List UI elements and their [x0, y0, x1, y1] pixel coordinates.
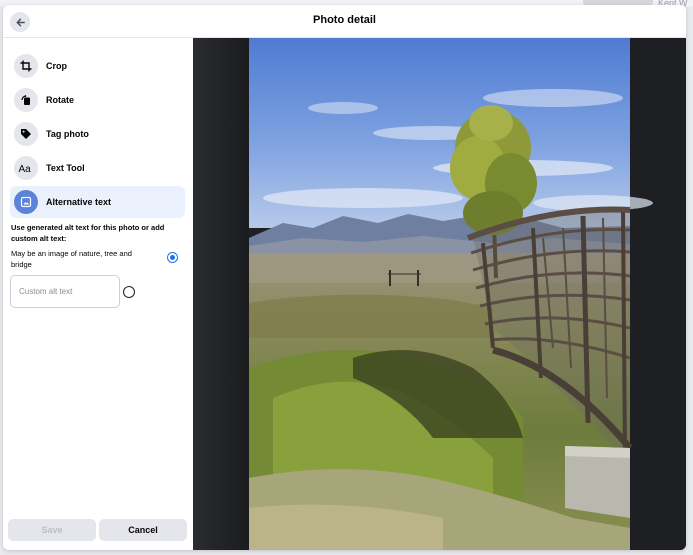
tool-alternative-text-label: Alternative text [46, 197, 112, 207]
tool-alternative-text[interactable]: Alternative text [10, 186, 185, 218]
tag-icon [14, 122, 38, 146]
tool-tag-photo[interactable]: Tag photo [10, 118, 185, 150]
rotate-icon [14, 88, 38, 112]
svg-text:Aa: Aa [19, 164, 32, 174]
alt-text-icon [14, 190, 38, 214]
tool-rotate-label: Rotate [46, 95, 75, 105]
custom-alt-text-radio[interactable] [123, 286, 135, 298]
alt-text-instructions: Use generated alt text for this photo or… [11, 223, 165, 243]
tool-rotate[interactable]: Rotate [10, 84, 185, 116]
tool-text-tool[interactable]: Aa Text Tool [10, 152, 185, 184]
crop-icon [14, 54, 38, 78]
save-button[interactable]: Save [8, 519, 96, 541]
dialog-header: Photo detail [3, 5, 686, 38]
tool-crop-label: Crop [46, 61, 67, 71]
landscape-photo [193, 38, 686, 550]
editor-sidebar: Crop Rotate Tag photo Aa Text Tool Alter… [3, 38, 193, 550]
photo-preview [193, 38, 686, 550]
generated-alt-text-radio[interactable] [167, 252, 178, 263]
cancel-button[interactable]: Cancel [99, 519, 187, 541]
generated-alt-text: May be an image of nature, tree and brid… [11, 249, 132, 269]
tool-tag-photo-label: Tag photo [46, 129, 89, 139]
tool-text-tool-label: Text Tool [46, 163, 85, 173]
dialog-title: Photo detail [313, 14, 376, 26]
photo-detail-dialog: Photo detail Crop Rotate Tag photo Aa Te… [3, 5, 686, 550]
tool-crop[interactable]: Crop [10, 50, 185, 82]
custom-alt-text-input[interactable] [10, 275, 120, 308]
text-aa-icon: Aa [14, 156, 38, 180]
